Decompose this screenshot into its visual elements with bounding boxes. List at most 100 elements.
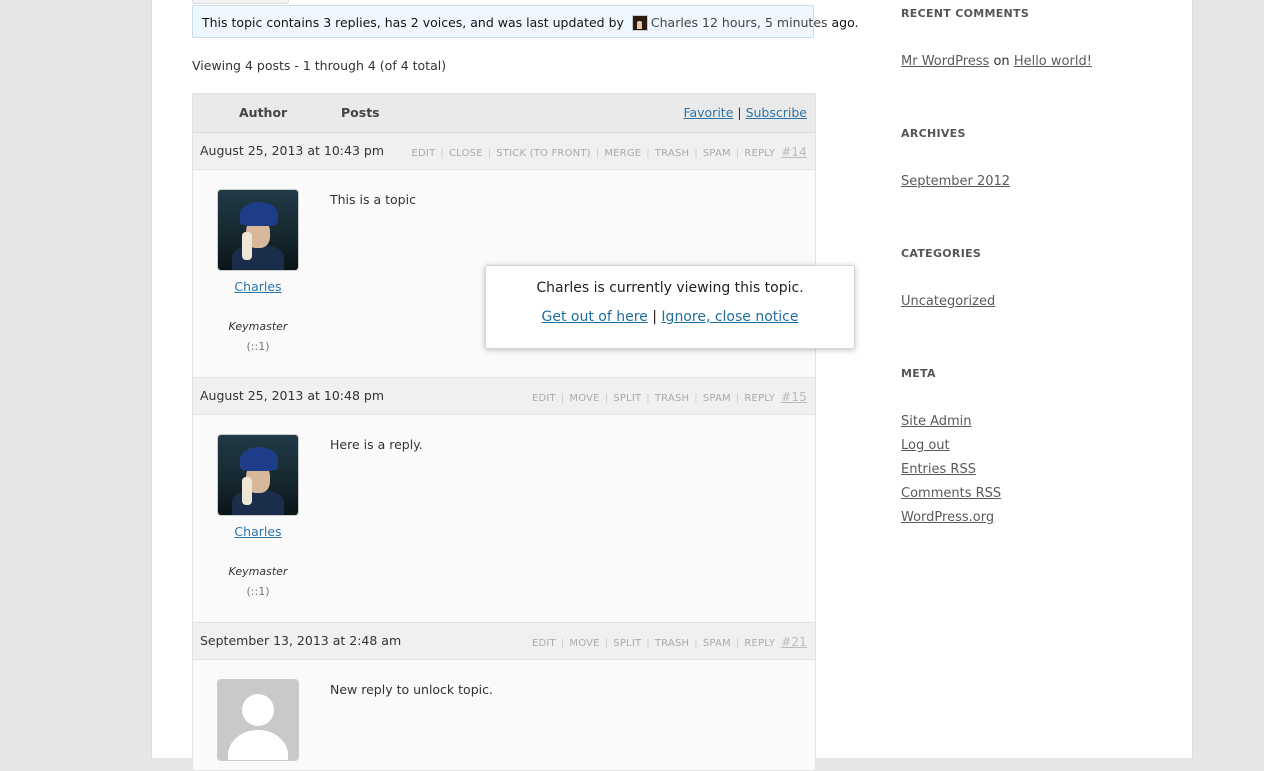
meta-item: Entries RSS	[901, 462, 976, 477]
post-body: Charles Keymaster (::1) Here is a reply.	[193, 415, 815, 623]
post-content: This is a topic	[330, 192, 416, 207]
edit-link[interactable]: EDIT	[532, 638, 556, 649]
user-mini-avatar[interactable]	[631, 14, 648, 31]
author-role: Keymaster	[228, 565, 288, 578]
page-container: This topic contains 3 replies, has 2 voi…	[151, 0, 1193, 771]
subscribe-link[interactable]: Subscribe	[746, 105, 807, 120]
post-permalink[interactable]: #14	[781, 145, 807, 159]
author-avatar[interactable]	[218, 435, 298, 515]
reply-link[interactable]: REPLY	[744, 638, 775, 649]
post-date: September 13, 2013 at 2:48 am	[200, 633, 402, 648]
spam-link[interactable]: SPAM	[703, 148, 731, 159]
reply-link[interactable]: REPLY	[744, 148, 775, 159]
post-header: August 25, 2013 at 10:48 pm EDIT | MOVE | SP…	[193, 378, 815, 415]
post-permalink[interactable]: #15	[781, 390, 807, 404]
move-link[interactable]: MOVE	[569, 638, 599, 649]
get-out-link[interactable]: Get out of here	[542, 309, 648, 325]
recent-comment-item: Mr WordPress on Hello world!	[901, 54, 1092, 69]
post-permalink[interactable]: #21	[781, 635, 807, 649]
close-link[interactable]: CLOSE	[449, 148, 483, 159]
separator: |	[646, 638, 650, 649]
merge-link[interactable]: MERGE	[604, 148, 641, 159]
trash-link[interactable]: TRASH	[655, 148, 689, 159]
separator: |	[560, 638, 565, 649]
separator: |	[735, 393, 740, 404]
post-admin-links: EDIT | MOVE | SPLIT | TRASH | SPAM | REPLY #21	[532, 635, 807, 649]
separator: |	[646, 393, 650, 404]
separator: |	[604, 638, 609, 649]
stick-link[interactable]: STICK (TO FRONT)	[496, 148, 590, 159]
spam-link[interactable]: SPAM	[703, 638, 731, 649]
separator: |	[735, 148, 740, 159]
author-name-link[interactable]: Charles	[234, 279, 281, 294]
author-role: Keymaster	[228, 320, 288, 333]
comment-author-link[interactable]: Mr WordPress	[901, 54, 989, 69]
post-header: September 13, 2013 at 2:48 am EDIT | MOVE |…	[193, 623, 815, 660]
move-link[interactable]: MOVE	[569, 393, 599, 404]
separator: |	[646, 148, 650, 159]
author-name-link[interactable]: Charles	[234, 524, 281, 539]
post-date: August 25, 2013 at 10:43 pm	[200, 143, 384, 158]
author-avatar[interactable]	[218, 190, 298, 270]
split-link[interactable]: SPLIT	[613, 393, 641, 404]
topic-actions-separator: |	[737, 105, 742, 120]
archive-link[interactable]: September 2012	[901, 174, 1010, 189]
avatar-photo	[218, 435, 298, 515]
topic-info-notice: This topic contains 3 replies, has 2 voi…	[192, 5, 859, 38]
topic-posts-list: Author Posts Favorite | Subscribe August…	[192, 93, 816, 771]
separator: |	[694, 638, 698, 649]
topic-viewing-notice: Charles is currently viewing this topic.…	[485, 265, 855, 349]
comment-post-link[interactable]: Hello world!	[1014, 54, 1092, 69]
meta-item: Site Admin	[901, 414, 972, 429]
author-name: Charles	[218, 524, 298, 539]
meta-item: WordPress.org	[901, 510, 994, 525]
edit-link[interactable]: EDIT	[412, 148, 436, 159]
comment-on-text: on	[993, 54, 1010, 69]
ignore-notice-link[interactable]: Ignore, close notice	[661, 309, 798, 325]
comments-rss-link[interactable]: Comments RSS	[901, 486, 1001, 501]
author-column-header: Author	[239, 105, 288, 120]
author-name: Charles	[218, 279, 298, 294]
post-admin-links: EDIT | MOVE | SPLIT | TRASH | SPAM | REPLY #15	[532, 390, 807, 404]
separator: |	[487, 148, 492, 159]
separator: |	[595, 148, 600, 159]
category-link[interactable]: Uncategorized	[901, 294, 995, 309]
default-avatar-icon	[218, 680, 298, 760]
topic-actions: Favorite | Subscribe	[683, 105, 807, 120]
meta-item: Comments RSS	[901, 486, 1001, 501]
separator: |	[694, 148, 698, 159]
trash-link[interactable]: TRASH	[655, 393, 689, 404]
trash-link[interactable]: TRASH	[655, 638, 689, 649]
notice-message: Charles is currently viewing this topic.	[536, 280, 804, 296]
spam-link[interactable]: SPAM	[703, 393, 731, 404]
site-admin-link[interactable]: Site Admin	[901, 414, 972, 429]
split-link[interactable]: SPLIT	[613, 638, 641, 649]
post-admin-links: EDIT | CLOSE | STICK (TO FRONT) | MERGE | TRASH |…	[412, 145, 807, 159]
post-header: August 25, 2013 at 10:43 pm EDIT | CLOSE | S…	[193, 133, 815, 170]
last-updated-time[interactable]: 12 hours, 5 minutes	[702, 15, 828, 30]
category-item: Uncategorized	[901, 294, 995, 309]
entries-rss-link[interactable]: Entries RSS	[901, 462, 976, 477]
separator: |	[440, 148, 444, 159]
edit-link[interactable]: EDIT	[532, 393, 556, 404]
wordpress-org-link[interactable]: WordPress.org	[901, 510, 994, 525]
author-avatar[interactable]	[218, 680, 298, 760]
forum-header: Author Posts Favorite | Subscribe	[193, 94, 815, 133]
archive-item: September 2012	[901, 174, 1010, 189]
archives-title: ARCHIVES	[901, 127, 966, 140]
last-updated-user[interactable]: Charles	[651, 15, 698, 30]
separator: |	[694, 393, 698, 404]
author-ip: (::1)	[246, 585, 270, 598]
favorite-link[interactable]: Favorite	[683, 105, 733, 120]
separator: |	[604, 393, 609, 404]
categories-title: CATEGORIES	[901, 247, 982, 260]
post-date: August 25, 2013 at 10:48 pm	[200, 388, 384, 403]
author-ip: (::1)	[246, 340, 270, 353]
log-out-link[interactable]: Log out	[901, 438, 950, 453]
topic-info-suffix: ago.	[831, 15, 859, 30]
pagination-count: Viewing 4 posts - 1 through 4 (of 4 tota…	[192, 58, 447, 73]
reply-link[interactable]: REPLY	[744, 393, 775, 404]
posts-column-header: Posts	[341, 105, 380, 120]
topic-info-text: This topic contains 3 replies, has 2 voi…	[202, 15, 624, 30]
post-body: New reply to unlock topic.	[193, 660, 815, 770]
